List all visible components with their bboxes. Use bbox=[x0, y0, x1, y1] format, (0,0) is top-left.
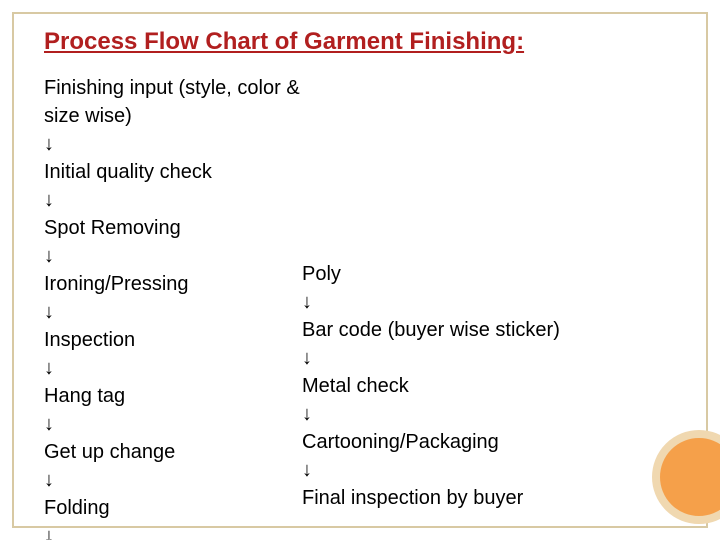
down-arrow-icon: ↓ bbox=[302, 400, 642, 428]
flow-step: Hang tag bbox=[44, 382, 304, 410]
flow-step: Folding bbox=[44, 494, 304, 522]
flow-column-right: Poly ↓ Bar code (buyer wise sticker) ↓ M… bbox=[302, 260, 642, 512]
decorative-circle-icon bbox=[652, 430, 720, 524]
flow-step: Cartooning/Packaging bbox=[302, 428, 642, 456]
down-arrow-icon: ↓ bbox=[44, 522, 304, 540]
slide-frame: Process Flow Chart of Garment Finishing:… bbox=[12, 12, 708, 528]
down-arrow-icon: ↓ bbox=[302, 344, 642, 372]
down-arrow-icon: ↓ bbox=[302, 288, 642, 316]
down-arrow-icon: ↓ bbox=[44, 410, 304, 438]
flow-step: Finishing input (style, color & size wis… bbox=[44, 74, 304, 130]
down-arrow-icon: ↓ bbox=[44, 130, 304, 158]
flow-step: Poly bbox=[302, 260, 642, 288]
down-arrow-icon: ↓ bbox=[44, 298, 304, 326]
down-arrow-icon: ↓ bbox=[44, 466, 304, 494]
down-arrow-icon: ↓ bbox=[302, 456, 642, 484]
down-arrow-icon: ↓ bbox=[44, 354, 304, 382]
flow-step: Inspection bbox=[44, 326, 304, 354]
page-title: Process Flow Chart of Garment Finishing: bbox=[44, 28, 676, 56]
flow-step: Get up change bbox=[44, 438, 304, 466]
flow-step: Final inspection by buyer bbox=[302, 484, 642, 512]
flow-step: Bar code (buyer wise sticker) bbox=[302, 316, 642, 344]
flow-step: Initial quality check bbox=[44, 158, 304, 186]
flow-step: Ironing/Pressing bbox=[44, 270, 304, 298]
down-arrow-icon: ↓ bbox=[44, 186, 304, 214]
flow-step: Spot Removing bbox=[44, 214, 304, 242]
flow-step: Metal check bbox=[302, 372, 642, 400]
down-arrow-icon: ↓ bbox=[44, 242, 304, 270]
flow-column-left: Finishing input (style, color & size wis… bbox=[44, 74, 304, 540]
